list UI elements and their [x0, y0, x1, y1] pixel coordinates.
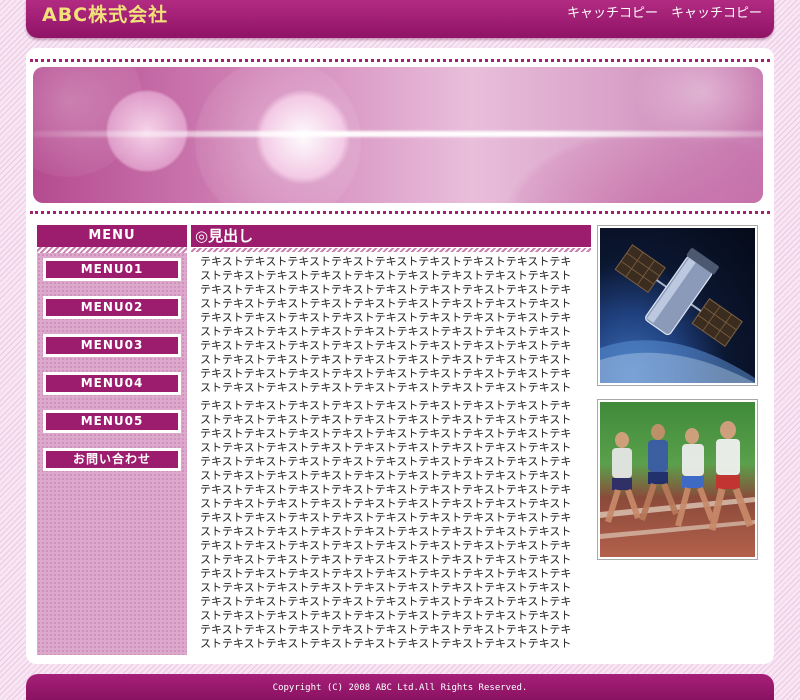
menu-button-contact[interactable]: お問い合わせ: [43, 448, 181, 471]
menu-button-menu05[interactable]: MENU05: [43, 410, 181, 433]
menu-title-stripe: [37, 247, 187, 253]
runners-photo: [597, 399, 758, 560]
dotted-divider-top: [30, 59, 770, 62]
site-footer: Copyright (C) 2008 ABC Ltd.All Rights Re…: [26, 674, 774, 700]
menu-button-menu04[interactable]: MENU04: [43, 372, 181, 395]
banner-bokeh: [255, 89, 351, 185]
runners-illustration: [600, 421, 755, 539]
section-heading: ◎見出し: [191, 225, 591, 248]
satellite-photo: [597, 225, 758, 386]
body-paragraph-2: テキストテキストテキストテキストテキストテキストテキストテキストテキストテキスト…: [200, 399, 572, 650]
menu-button-menu02[interactable]: MENU02: [43, 296, 181, 319]
content-wrapper: MENU MENU01 MENU02 MENU03 MENU04 MENU05 …: [26, 48, 774, 664]
menu-button-menu03[interactable]: MENU03: [43, 334, 181, 357]
site-header: ABC株式会社 キャッチコピー キャッチコピー: [26, 0, 774, 38]
banner-light-streak: [33, 131, 763, 137]
body-paragraph-1: テキストテキストテキストテキストテキストテキストテキストテキストテキストテキスト…: [200, 255, 572, 394]
menu-button-menu01[interactable]: MENU01: [43, 258, 181, 281]
heading-stripe: [191, 248, 591, 252]
hero-banner: [33, 67, 763, 203]
main-content: ◎見出し テキストテキストテキストテキストテキストテキストテキストテキストテキス…: [191, 225, 591, 655]
sidebar: MENU MENU01 MENU02 MENU03 MENU04 MENU05 …: [37, 225, 187, 655]
company-logo[interactable]: ABC株式会社: [42, 4, 168, 26]
menu-title: MENU: [37, 225, 187, 247]
satellite-illustration: [600, 244, 755, 383]
catch-copy: キャッチコピー キャッチコピー: [566, 6, 762, 21]
dotted-divider-bottom: [30, 211, 770, 214]
